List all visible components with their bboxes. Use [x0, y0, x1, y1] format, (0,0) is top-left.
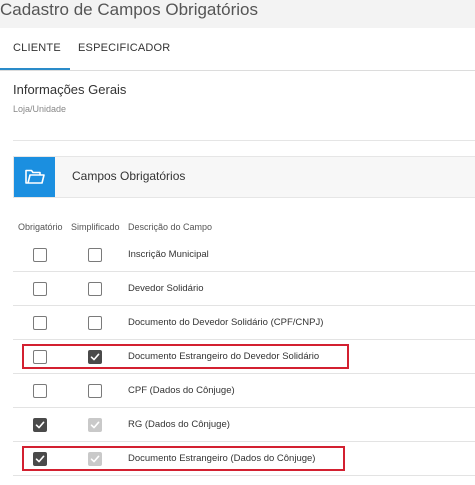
column-header-descricao: Descrição do Campo — [128, 222, 213, 232]
table-row: Documento do Devedor Solidário (CPF/CNPJ… — [13, 306, 475, 340]
general-info-title: Informações Gerais — [13, 82, 127, 97]
field-description: Documento do Devedor Solidário (CPF/CNPJ… — [128, 317, 324, 328]
store-unit-label: Loja/Unidade — [13, 104, 67, 114]
obrigatorio-checkbox[interactable] — [33, 282, 47, 296]
tab-cliente[interactable]: CLIENTE — [13, 42, 61, 54]
simplificado-checkbox[interactable] — [88, 282, 102, 296]
store-unit-field-line — [13, 140, 475, 141]
field-description: RG (Dados do Cônjuge) — [128, 419, 230, 430]
table-row: CPF (Dados do Cônjuge) — [13, 374, 475, 408]
table-row: Inscrição Municipal — [13, 238, 475, 272]
panel-title: Campos Obrigatórios — [72, 169, 186, 183]
simplificado-checkbox[interactable] — [88, 384, 102, 398]
table-row: Devedor Solidário — [13, 272, 475, 306]
obrigatorio-checkbox[interactable] — [33, 248, 47, 262]
highlight-box — [22, 344, 349, 369]
obrigatorio-checkbox[interactable] — [33, 418, 47, 432]
field-description: Devedor Solidário — [128, 283, 204, 294]
title-bar: Cadastro de Campos Obrigatórios — [0, 0, 475, 28]
obrigatorio-checkbox[interactable] — [33, 384, 47, 398]
tab-especificador[interactable]: ESPECIFICADOR — [78, 42, 170, 54]
obrigatorio-checkbox[interactable] — [33, 316, 47, 330]
field-description: CPF (Dados do Cônjuge) — [128, 385, 235, 396]
field-description: Inscrição Municipal — [128, 249, 209, 260]
simplificado-checkbox[interactable] — [88, 316, 102, 330]
highlight-box — [22, 446, 345, 471]
table-row: RG (Dados do Cônjuge) — [13, 408, 475, 442]
column-header-obrigatorio: Obrigatório — [18, 222, 63, 232]
column-header-simplificado: Simplificado — [71, 222, 120, 232]
active-tab-indicator — [0, 68, 70, 70]
folder-icon-box — [14, 157, 55, 197]
simplificado-checkbox[interactable] — [88, 248, 102, 262]
simplificado-checkbox — [88, 418, 102, 432]
page-title: Cadastro de Campos Obrigatórios — [0, 0, 258, 19]
tab-bar: CLIENTE ESPECIFICADOR — [0, 28, 475, 71]
folder-icon — [25, 169, 45, 184]
required-fields-panel-header: Campos Obrigatórios — [13, 156, 475, 198]
